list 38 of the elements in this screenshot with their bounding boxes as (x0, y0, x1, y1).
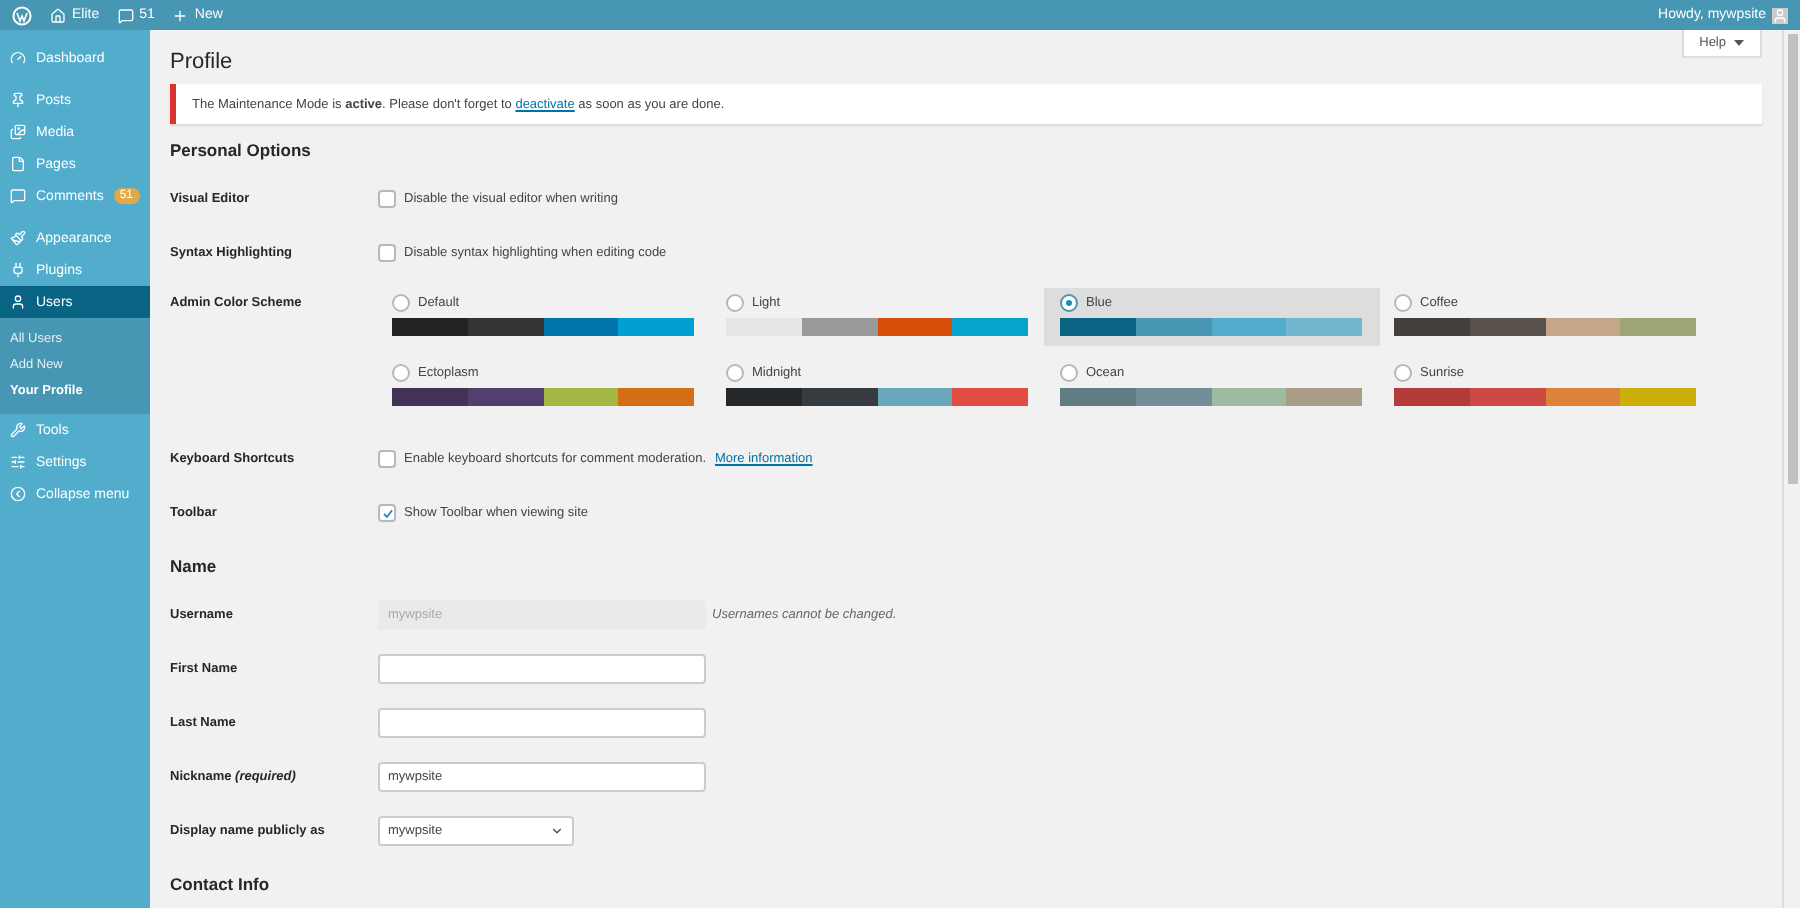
collapse-icon (10, 486, 26, 502)
radio-button[interactable] (392, 364, 410, 382)
plus-icon (172, 7, 189, 23)
plug-icon (10, 262, 26, 278)
checkmark-icon (381, 507, 393, 519)
checkbox[interactable] (378, 504, 396, 522)
settings-icon (10, 454, 26, 470)
section-heading: Personal Options (170, 140, 313, 160)
scrollbar[interactable] (1782, 30, 1800, 908)
radio-button[interactable] (1060, 364, 1078, 382)
chevron-down-icon (550, 824, 564, 838)
dashboard-icon (10, 50, 26, 66)
page-icon (10, 156, 26, 172)
checkbox[interactable] (378, 244, 396, 262)
radio-button[interactable] (1394, 364, 1412, 382)
radio-button[interactable] (1060, 294, 1078, 312)
pin-icon (10, 92, 26, 108)
checkbox[interactable] (378, 190, 396, 208)
avatar-icon (1772, 7, 1788, 23)
home-icon (50, 7, 66, 23)
text-field[interactable] (378, 654, 706, 684)
text-field[interactable] (378, 708, 706, 738)
media-icon (10, 124, 26, 140)
radio-button[interactable] (1394, 294, 1412, 312)
user-icon (10, 294, 26, 310)
comment-icon (10, 188, 26, 204)
wrench-icon (10, 422, 26, 438)
radio-button[interactable] (726, 294, 744, 312)
radio-button[interactable] (726, 364, 744, 382)
section-heading: Contact Info (170, 874, 272, 894)
page-title: Profile (170, 50, 235, 74)
checkbox[interactable] (378, 450, 396, 468)
caret-icon (1734, 40, 1744, 46)
radio-button[interactable] (392, 294, 410, 312)
brush-icon (10, 230, 26, 246)
section-heading: Name (170, 556, 219, 576)
logo-icon[interactable] (12, 5, 32, 25)
comment-icon (117, 7, 134, 23)
